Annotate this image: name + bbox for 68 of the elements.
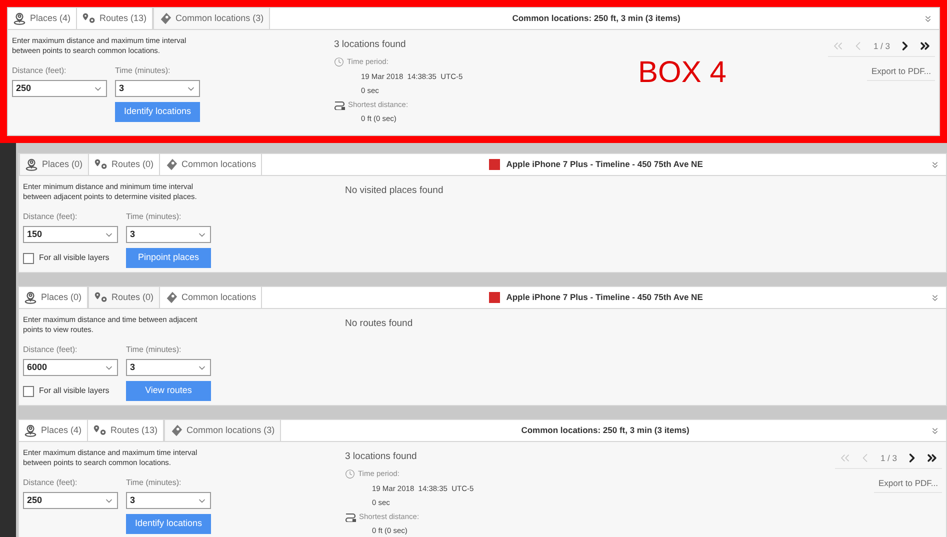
pin-tag-icon	[158, 12, 172, 25]
two-pins-icon	[94, 291, 108, 304]
action-button[interactable]: Identify locations	[115, 102, 200, 122]
two-pins-icon	[92, 424, 107, 437]
pin-tag-icon	[164, 158, 178, 171]
tab[interactable]: Routes (13)	[76, 8, 153, 29]
pin-tag-icon	[170, 424, 183, 437]
tab[interactable]: Routes (13)	[88, 420, 164, 441]
checkbox-label: For all visible layers	[39, 385, 110, 397]
collapse-icon[interactable]	[923, 14, 933, 24]
tab[interactable]: Common locations	[160, 154, 262, 175]
tab[interactable]: Common locations (3)	[152, 8, 270, 29]
result-heading: 3 locations found	[334, 38, 407, 52]
double-chevron-right-icon	[925, 451, 939, 465]
route-icon	[334, 100, 345, 110]
route-icon	[345, 512, 356, 522]
clock-icon	[345, 468, 355, 479]
field-label: Time (minutes):	[115, 65, 172, 77]
tab[interactable]: Common locations	[160, 287, 262, 308]
panel-title: Apple iPhone 7 Plus - Timeline - 450 75th Ave NE	[506, 291, 703, 304]
person-pin-icon	[25, 158, 38, 171]
field-label: Time (minutes):	[126, 344, 182, 356]
export-pdf-button[interactable]: Export to PDF...	[867, 63, 935, 81]
export-pdf-button[interactable]: Export to PDF...	[874, 475, 942, 493]
time-dropdown[interactable]: 3	[126, 226, 211, 243]
time-dropdown[interactable]: 3	[115, 80, 200, 97]
field-label: Time (minutes):	[126, 211, 182, 223]
collapse-icon[interactable]	[930, 292, 940, 302]
distance-dropdown[interactable]: 6000	[23, 359, 118, 376]
panel-title: Common locations: 250 ft, 3 min (3 items)	[512, 12, 680, 25]
person-pin-icon	[13, 12, 26, 25]
field-label: Distance (feet):	[12, 65, 68, 77]
page-indicator: 1 / 3	[872, 40, 891, 52]
distance-dropdown[interactable]: 250	[23, 492, 118, 509]
time-dropdown[interactable]: 3	[126, 359, 211, 376]
page-indicator: 1 / 3	[879, 452, 898, 464]
field-label: Time (minutes):	[126, 477, 182, 489]
tab[interactable]: Places (0)	[19, 154, 89, 175]
clock-icon	[334, 56, 344, 67]
tab[interactable]: Routes (0)	[88, 287, 160, 308]
two-pins-icon	[82, 12, 96, 25]
field-label: Distance (feet):	[23, 344, 78, 356]
field-label: Distance (feet):	[23, 477, 78, 489]
panel-title: Common locations: 250 ft, 3 min (3 items)	[521, 424, 690, 437]
person-pin-icon	[24, 291, 37, 304]
person-pin-icon	[24, 424, 37, 437]
checkbox-label: For all visible layers	[39, 252, 110, 264]
panel-title: Apple iPhone 7 Plus - Timeline - 450 75th Ave NE	[506, 158, 703, 171]
time-dropdown[interactable]: 3	[126, 492, 211, 509]
field-label: Distance (feet):	[23, 211, 78, 223]
collapse-icon[interactable]	[930, 426, 940, 436]
collapse-icon[interactable]	[930, 160, 940, 170]
tab[interactable]: Common locations (3)	[164, 420, 281, 441]
result-heading: 3 locations found	[345, 450, 418, 464]
action-button[interactable]: View routes	[126, 381, 211, 401]
checkbox[interactable]	[23, 252, 34, 264]
result-heading: No routes found	[345, 317, 414, 331]
double-chevron-right-icon	[918, 39, 932, 53]
distance-dropdown[interactable]: 150	[23, 226, 118, 243]
pin-tag-icon	[164, 291, 178, 304]
checkbox[interactable]	[23, 386, 34, 396]
action-button[interactable]: Pinpoint places	[126, 248, 211, 268]
action-button[interactable]: Identify locations	[126, 514, 211, 534]
tab[interactable]: Routes (0)	[88, 154, 160, 175]
distance-dropdown[interactable]: 250	[12, 80, 107, 97]
annotation-label: BOX 4	[638, 55, 726, 91]
result-heading: No visited places found	[345, 184, 444, 198]
two-pins-icon	[94, 158, 108, 171]
